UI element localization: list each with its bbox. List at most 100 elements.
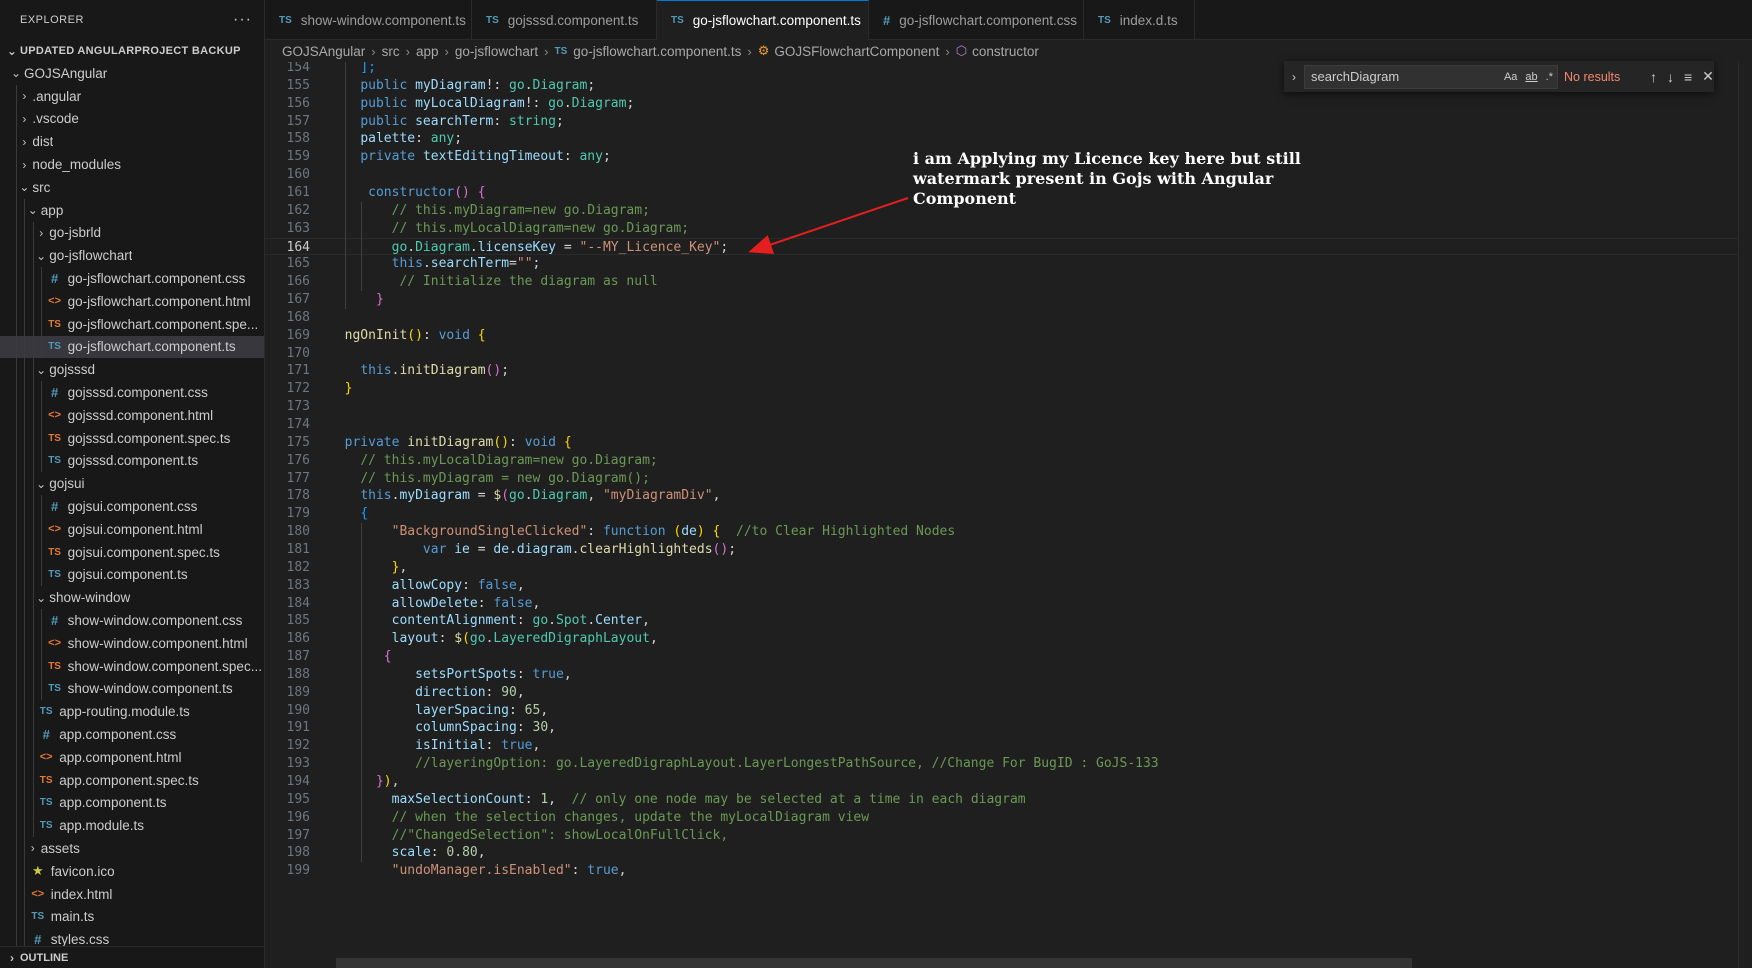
more-actions-icon[interactable]: ··· [233, 11, 252, 29]
breadcrumb-item[interactable]: app [416, 44, 439, 59]
tree-file[interactable]: TS app.module.ts [0, 814, 264, 838]
code-line[interactable]: 194 }), [265, 773, 1752, 791]
tree-file[interactable]: TS gojsui.component.spec.ts [0, 540, 264, 564]
tree-file[interactable]: TS app-routing.module.ts [0, 700, 264, 724]
breadcrumb-class[interactable]: GOJSFlowchartComponent [774, 44, 939, 59]
tree-file[interactable]: TS app.component.ts [0, 791, 264, 815]
code-line[interactable]: 192 isInitial: true, [265, 737, 1752, 755]
next-match-icon[interactable]: ↓ [1667, 69, 1674, 85]
code-line[interactable]: 167 } [265, 291, 1752, 309]
code-line[interactable]: 182 }, [265, 559, 1752, 577]
tree-file[interactable]: # go-jsflowchart.component.css [0, 267, 264, 290]
code-line[interactable]: 174 [265, 416, 1752, 434]
tree-folder[interactable]: › assets [0, 837, 264, 860]
outline-section-header[interactable]: › OUTLINE [0, 946, 264, 968]
breadcrumb-item[interactable]: GOJSAngular [282, 44, 365, 59]
match-case-icon[interactable]: Aa [1504, 71, 1517, 83]
editor-tab[interactable]: TS gojsssd.component.ts [472, 0, 657, 40]
tree-file[interactable]: <> gojsui.component.html [0, 517, 264, 541]
code-line[interactable]: 191 columnSpacing: 30, [265, 719, 1752, 737]
editor-tab[interactable]: TS index.d.ts [1084, 0, 1195, 40]
code-line[interactable]: 197 //"ChangedSelection": showLocalOnFul… [265, 827, 1752, 845]
code-line[interactable]: 187 { [265, 648, 1752, 666]
code-line[interactable]: 164 go.Diagram.licenseKey = "--MY_Licenc… [265, 237, 1752, 256]
tree-folder[interactable]: › go-jsbrld [0, 221, 264, 245]
breadcrumb-file[interactable]: go-jsflowchart.component.ts [573, 44, 741, 59]
find-in-selection-icon[interactable]: ≡ [1684, 69, 1692, 85]
tree-folder[interactable]: ⌄ app [0, 198, 264, 222]
code-line[interactable]: 183 allowCopy: false, [265, 577, 1752, 595]
code-line[interactable]: 163 // this.myLocalDiagram=new go.Diagra… [265, 220, 1752, 238]
code-line[interactable]: 157 public searchTerm: string; [265, 113, 1752, 131]
tree-folder[interactable]: › dist [0, 130, 264, 154]
code-line[interactable]: 184 allowDelete: false, [265, 595, 1752, 613]
code-line[interactable]: 165 this.searchTerm=""; [265, 255, 1752, 273]
breadcrumb-item[interactable]: go-jsflowchart [455, 44, 538, 59]
breadcrumb-item[interactable]: src [382, 44, 400, 59]
code-line[interactable]: 171 this.initDiagram(); [265, 362, 1752, 380]
tree-folder[interactable]: ⌄ go-jsflowchart [0, 244, 264, 268]
tree-file[interactable]: TS gojsssd.component.ts [0, 449, 264, 473]
code-line[interactable]: 193 //layeringOption: go.LayeredDigraphL… [265, 755, 1752, 773]
tree-file[interactable]: # show-window.component.css [0, 609, 264, 632]
tree-folder[interactable]: ⌄ gojsssd [0, 358, 264, 382]
tree-folder[interactable]: › .vscode [0, 107, 264, 131]
vertical-scrollbar[interactable] [1738, 62, 1752, 968]
code-line[interactable]: 156 public myLocalDiagram!: go.Diagram; [265, 95, 1752, 113]
code-line[interactable]: 175 private initDiagram(): void { [265, 434, 1752, 452]
tree-file[interactable]: TS main.ts [0, 905, 264, 929]
code-line[interactable]: 166 // Initialize the diagram as null [265, 273, 1752, 291]
tree-file[interactable]: ★ favicon.ico [0, 859, 264, 883]
code-line[interactable]: 195 maxSelectionCount: 1, // only one no… [265, 791, 1752, 809]
tree-file[interactable]: TS gojsui.component.ts [0, 563, 264, 587]
code-line[interactable]: 158 palette: any; [265, 130, 1752, 148]
tree-file[interactable]: <> index.html [0, 882, 264, 906]
tree-file[interactable]: TS gojsssd.component.spec.ts [0, 426, 264, 450]
find-input[interactable] [1311, 69, 1500, 84]
code-line[interactable]: 189 direction: 90, [265, 684, 1752, 702]
tree-file[interactable]: <> show-window.component.html [0, 631, 264, 655]
tree-folder[interactable]: ⌄ src [0, 175, 264, 199]
tree-file[interactable]: TS show-window.component.ts [0, 677, 264, 701]
tree-file[interactable]: # gojsui.component.css [0, 495, 264, 518]
tree-file[interactable]: TS show-window.component.spec... [0, 654, 264, 678]
tree-file[interactable]: <> gojsssd.component.html [0, 403, 264, 427]
tree-folder[interactable]: › node_modules [0, 153, 264, 176]
code-line[interactable]: 177 // this.myDiagram = new go.Diagram()… [265, 470, 1752, 488]
code-line[interactable]: 199 "undoManager.isEnabled": true, [265, 862, 1752, 880]
code-line[interactable]: 181 var ie = de.diagram.clearHighlighted… [265, 541, 1752, 559]
code-line[interactable]: 172 } [265, 380, 1752, 398]
project-root-header[interactable]: ⌄ UPDATED ANGULARPROJECT BACKUP [0, 40, 264, 62]
tree-file[interactable]: <> app.component.html [0, 745, 264, 769]
tree-file[interactable]: # gojsssd.component.css [0, 381, 264, 404]
code-line[interactable]: 170 [265, 345, 1752, 363]
code-line[interactable]: 188 setsPortSpots: true, [265, 666, 1752, 684]
breadcrumb-member[interactable]: constructor [972, 44, 1039, 59]
tree-file[interactable]: # app.component.css [0, 723, 264, 746]
toggle-replace-icon[interactable]: › [1284, 70, 1304, 84]
tree-folder[interactable]: ⌄ GOJSAngular [0, 62, 264, 85]
code-line[interactable]: 198 scale: 0.80, [265, 844, 1752, 862]
code-line[interactable]: 179 { [265, 505, 1752, 523]
code-line[interactable]: 173 [265, 398, 1752, 416]
code-line[interactable]: 190 layerSpacing: 65, [265, 702, 1752, 720]
horizontal-scrollbar[interactable] [336, 958, 1412, 968]
editor-tab[interactable]: # go-jsflowchart.component.css [869, 0, 1084, 40]
whole-word-icon[interactable]: ab [1525, 71, 1537, 83]
code-line[interactable]: 186 layout: $(go.LayeredDigraphLayout, [265, 630, 1752, 648]
tree-file[interactable]: TS go-jsflowchart.component.ts [0, 335, 264, 359]
tree-file[interactable]: TS go-jsflowchart.component.spe... [0, 312, 264, 336]
editor-tab[interactable]: TS go-jsflowchart.component.ts [657, 0, 869, 40]
regex-icon[interactable]: .* [1546, 71, 1553, 83]
tree-file[interactable]: <> go-jsflowchart.component.html [0, 289, 264, 313]
code-line[interactable]: 185 contentAlignment: go.Spot.Center, [265, 612, 1752, 630]
previous-match-icon[interactable]: ↑ [1650, 69, 1657, 85]
tree-folder[interactable]: ⌄ show-window [0, 586, 264, 610]
code-line[interactable]: 169 ngOnInit(): void { [265, 327, 1752, 345]
find-input-box[interactable]: Aa ab .* [1304, 64, 1558, 89]
code-line[interactable]: 180 "BackgroundSingleClicked": function … [265, 523, 1752, 541]
tree-file[interactable]: TS app.component.spec.ts [0, 768, 264, 792]
editor-tab[interactable]: TS show-window.component.ts [265, 0, 472, 40]
code-line[interactable]: 168 [265, 309, 1752, 327]
close-icon[interactable]: ✕ [1702, 68, 1714, 85]
